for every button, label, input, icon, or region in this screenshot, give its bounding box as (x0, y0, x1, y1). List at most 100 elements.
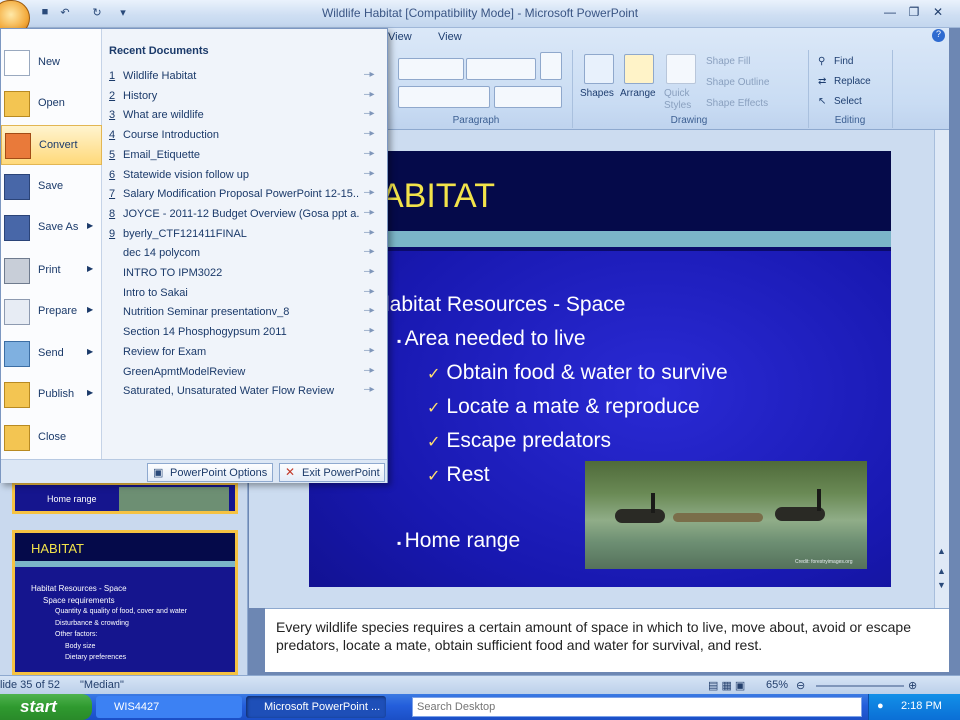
menu-close[interactable]: Close (1, 418, 102, 458)
vertical-scrollbar[interactable]: ▲ ▲ ▼ (934, 130, 949, 608)
pin-icon[interactable]: ‒▸ (364, 108, 375, 119)
slide-thumbnail-34[interactable]: Home range (12, 482, 238, 514)
menu-prepare[interactable]: Prepare ▶ (1, 292, 102, 332)
view-buttons[interactable]: ▤ ▦ ▣ (708, 679, 745, 692)
recent-document-name: Email_Etiquette (123, 148, 201, 161)
pin-icon[interactable]: ‒▸ (364, 325, 375, 336)
menu-convert[interactable]: Convert (1, 125, 102, 165)
menu-send[interactable]: Send ▶ (1, 334, 102, 374)
slide-check-mate[interactable]: ✓ Locate a mate & reproduce (427, 395, 700, 419)
pin-icon[interactable]: ‒▸ (364, 69, 375, 80)
slide-check-predators[interactable]: ✓ Escape predators (427, 429, 611, 453)
alignment-buttons[interactable] (398, 86, 490, 108)
shape-fill-button[interactable]: Shape Fill (706, 56, 750, 67)
previous-slide-icon[interactable]: ▲ (937, 566, 946, 576)
tab-view[interactable]: View (438, 31, 462, 47)
pin-icon[interactable]: ‒▸ (364, 345, 375, 356)
pin-icon[interactable]: ‒▸ (364, 168, 375, 179)
recent-document-item[interactable]: 2 History ‒▸ (109, 87, 381, 106)
pin-icon[interactable]: ‒▸ (364, 246, 375, 257)
recent-document-item[interactable]: Section 14 Phosphogypsum 2011 ‒▸ (109, 323, 381, 342)
slide-title[interactable]: ABITAT (381, 177, 495, 216)
zoom-level[interactable]: 65% (766, 679, 788, 691)
indent-buttons[interactable] (466, 58, 536, 80)
recent-document-item[interactable]: Nutrition Seminar presentationv_8 ‒▸ (109, 303, 381, 322)
desktop-search-input[interactable] (412, 697, 862, 717)
bullets-numbering-buttons[interactable] (398, 58, 464, 80)
zoom-in-icon[interactable]: ⊕ (908, 679, 917, 692)
pin-icon[interactable]: ‒▸ (364, 384, 375, 395)
pin-icon[interactable]: ‒▸ (364, 207, 375, 218)
start-button[interactable]: start (0, 694, 92, 720)
recent-document-item[interactable]: 8 JOYCE - 2011-12 Budget Overview (Gosa p… (109, 205, 381, 224)
quick-styles-button[interactable]: Quick Styles (664, 88, 698, 112)
recent-document-name: Nutrition Seminar presentationv_8 (123, 306, 290, 319)
recent-document-item[interactable]: Review for Exam ‒▸ (109, 343, 381, 362)
slide-bullet-level1[interactable]: labitat Resources - Space (385, 293, 625, 317)
recent-document-item[interactable]: 4 Course Introduction ‒▸ (109, 126, 381, 145)
shapes-icon[interactable] (584, 54, 614, 84)
recent-document-item[interactable]: 9 byerly_CTF121411FINAL ‒▸ (109, 225, 381, 244)
pin-icon[interactable]: ‒▸ (364, 365, 375, 376)
slide-check-rest[interactable]: ✓ Rest (427, 463, 490, 487)
task-powerpoint[interactable]: Microsoft PowerPoint ... (246, 696, 386, 718)
menu-save-as[interactable]: Save As ▶ (1, 208, 102, 248)
recent-document-item[interactable]: dec 14 polycom ‒▸ (109, 244, 381, 263)
pin-icon[interactable]: ‒▸ (364, 305, 375, 316)
group-label-drawing: Drawing (670, 115, 708, 126)
shape-outline-button[interactable]: Shape Outline (706, 77, 769, 88)
zoom-slider[interactable] (816, 685, 904, 687)
pin-icon[interactable]: ‒▸ (364, 227, 375, 238)
arrange-button[interactable]: Arrange (620, 88, 656, 99)
close-icon[interactable]: ✕ (928, 5, 948, 21)
notes-text[interactable]: Every wildlife species requires a certai… (276, 618, 936, 654)
menu-new[interactable]: New (1, 43, 102, 83)
tab-review[interactable]: View (388, 31, 412, 47)
help-icon[interactable]: ? (932, 29, 945, 42)
shape-effects-button[interactable]: Shape Effects (706, 98, 768, 109)
menu-open[interactable]: Open (1, 84, 102, 124)
geese-photo[interactable]: Credit: forestryimages.org (585, 461, 867, 569)
recent-document-item[interactable]: 3 What are wildlife ‒▸ (109, 106, 381, 125)
line-spacing-icon[interactable] (540, 52, 562, 80)
pin-icon[interactable]: ‒▸ (364, 286, 375, 297)
replace-button[interactable]: Replace (834, 76, 871, 87)
columns-direction-buttons[interactable] (494, 86, 562, 108)
slide-check-food[interactable]: ✓ Obtain food & water to survive (427, 361, 728, 385)
menu-save[interactable]: Save (1, 167, 102, 207)
recent-document-item[interactable]: 6 Statewide vision follow up ‒▸ (109, 166, 381, 185)
scroll-up-icon[interactable]: ▲ (937, 546, 946, 556)
recent-document-item[interactable]: Saturated, Unsaturated Water Flow Review… (109, 382, 381, 401)
slide-thumbnail-35[interactable]: HABITAT Habitat Resources - Space Space … (12, 530, 238, 675)
minimize-icon[interactable]: — (880, 5, 900, 21)
pin-icon[interactable]: ‒▸ (364, 89, 375, 100)
menu-publish[interactable]: Publish ▶ (1, 375, 102, 415)
recent-document-item[interactable]: GreenApmtModelReview ‒▸ (109, 363, 381, 382)
recent-document-item[interactable]: INTRO TO IPM3022 ‒▸ (109, 264, 381, 283)
pin-icon[interactable]: ‒▸ (364, 187, 375, 198)
pin-icon[interactable]: ‒▸ (364, 266, 375, 277)
zoom-out-icon[interactable]: ⊖ (796, 679, 805, 692)
next-slide-icon[interactable]: ▼ (937, 580, 946, 590)
recent-document-item[interactable]: 7 Salary Modification Proposal PowerPoint… (109, 185, 381, 204)
tray-icon[interactable]: ● (877, 700, 884, 712)
pin-icon[interactable]: ‒▸ (364, 128, 375, 139)
recent-document-number: 1 (109, 70, 116, 82)
menu-print[interactable]: Print ▶ (1, 251, 102, 291)
recent-document-item[interactable]: 1 Wildlife Habitat ‒▸ (109, 67, 381, 86)
arrange-icon[interactable] (624, 54, 654, 84)
pin-icon[interactable]: ‒▸ (364, 148, 375, 159)
find-button[interactable]: Find (834, 56, 853, 67)
recent-document-item[interactable]: 5 Email_Etiquette ‒▸ (109, 146, 381, 165)
exit-powerpoint-button[interactable]: ✕ Exit PowerPoint (279, 463, 385, 482)
task-wis4427[interactable]: WIS4427 (96, 696, 242, 718)
shapes-button[interactable]: Shapes (580, 88, 614, 99)
slide-bullet-area[interactable]: ▪ Area needed to live (397, 327, 586, 351)
select-button[interactable]: Select (834, 96, 862, 107)
recent-document-item[interactable]: Intro to Sakai ‒▸ (109, 284, 381, 303)
powerpoint-options-button[interactable]: ▣ PowerPoint Options (147, 463, 273, 482)
notes-pane[interactable]: Every wildlife species requires a certai… (265, 608, 949, 672)
restore-icon[interactable]: ❐ (904, 5, 924, 21)
current-slide[interactable]: ABITAT labitat Resources - Space ▪ Area … (309, 151, 891, 587)
slide-bullet-home-range[interactable]: ▪ Home range (397, 529, 520, 553)
